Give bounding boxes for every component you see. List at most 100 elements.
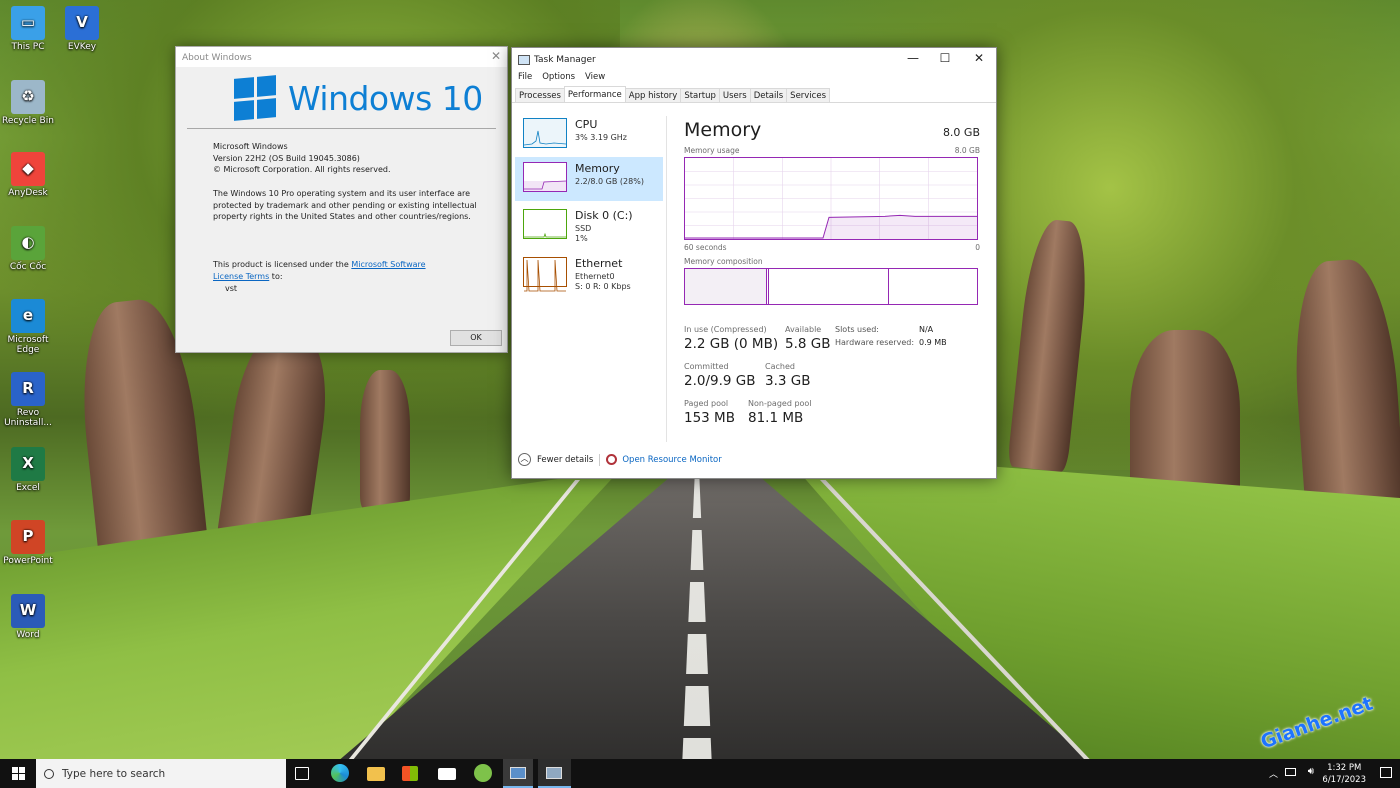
copyright-text: © Microsoft Corporation. All rights rese… <box>213 165 391 175</box>
file-explorer-icon[interactable] <box>367 767 385 781</box>
desktop-icon-anydesk[interactable]: ◆ AnyDesk <box>0 152 56 198</box>
taskbar-task-manager[interactable] <box>503 759 533 788</box>
chevron-up-icon[interactable]: ︿ <box>518 453 531 466</box>
perf-item-name: Memory <box>575 162 620 175</box>
task-manager-title-bar[interactable]: Task Manager — ☐ ✕ <box>512 48 996 72</box>
close-icon[interactable]: ✕ <box>964 51 994 65</box>
desktop-icon-excel[interactable]: X Excel <box>0 447 56 493</box>
desktop-icon-revo[interactable]: R Revo Uninstall... <box>0 372 56 429</box>
coccoc-icon[interactable] <box>474 764 492 782</box>
task-manager-window: Task Manager — ☐ ✕ File Options View Pro… <box>511 47 997 479</box>
desktop-icon-label: PowerPoint <box>3 556 53 566</box>
fewer-details-link[interactable]: Fewer details <box>537 455 593 465</box>
memory-heading: Memory <box>684 119 762 141</box>
divider <box>187 128 496 129</box>
ok-button[interactable]: OK <box>450 330 502 346</box>
open-resource-monitor-link[interactable]: Open Resource Monitor <box>622 455 721 465</box>
clock[interactable]: 1:32 PM 6/17/2023 <box>1322 762 1366 786</box>
desktop-icon-label: Word <box>16 630 40 640</box>
task-manager-footer: ︿ Fewer details Open Resource Monitor <box>518 453 722 466</box>
notification-icon[interactable] <box>1380 767 1392 778</box>
desktop-icon-label: AnyDesk <box>8 188 48 198</box>
memory-composition-bar <box>684 268 978 305</box>
desktop-icon-word[interactable]: W Word <box>0 594 56 640</box>
version-text: Version 22H2 (OS Build 19045.3086) <box>213 153 360 163</box>
about-title: About Windows <box>182 53 252 63</box>
about-title-bar[interactable]: About Windows ✕ <box>176 47 507 67</box>
desktop-icon-recycle-bin[interactable]: ♻ Recycle Bin <box>0 80 56 126</box>
revo-icon: R <box>11 372 45 406</box>
tab-users[interactable]: Users <box>718 88 751 102</box>
desktop-icon-evkey[interactable]: V EVKey <box>54 6 110 52</box>
stat-hw-reserved-label: Hardware reserved: <box>835 338 915 347</box>
search-placeholder: Type here to search <box>62 767 166 780</box>
menu-file[interactable]: File <box>518 72 532 86</box>
licensed-user: vst <box>225 284 238 293</box>
chevron-up-icon[interactable]: ︿ <box>1269 767 1278 780</box>
footer-divider <box>599 453 601 466</box>
desktop-icon-edge[interactable]: e Microsoft Edge <box>0 299 56 356</box>
taskbar-search-box[interactable]: Type here to search <box>36 759 286 788</box>
stat-available: Available 5.8 GB <box>785 325 831 352</box>
perf-item-ethernet[interactable]: Ethernet Ethernet0 S: 0 R: 0 Kbps <box>515 252 663 296</box>
edge-icon[interactable] <box>331 764 349 782</box>
desktop-icon-label: EVKey <box>67 42 97 52</box>
windows-logo-text: Windows 10 <box>288 78 483 118</box>
start-button[interactable] <box>0 759 36 788</box>
desktop-icon-computer[interactable]: ▭ This PC <box>0 6 56 52</box>
perf-item-memory[interactable]: Memory 2.2/8.0 GB (28%) <box>515 157 663 201</box>
desktop-icon-label: Cốc Cốc <box>9 262 47 272</box>
taskbar: Type here to search ︿ 🔊︎ 1:32 PM 6/17/20… <box>0 759 1400 788</box>
perf-item-detail: SSD <box>575 224 592 233</box>
perf-item-detail: 2.2/8.0 GB (28%) <box>575 177 644 186</box>
memory-usage-label: Memory usage <box>684 146 740 155</box>
task-manager-icon <box>510 767 526 779</box>
windows-icon <box>11 767 25 780</box>
perf-item-disk[interactable]: Disk 0 (C:) SSD 1% <box>515 204 663 248</box>
desktop-icon-coccoc[interactable]: ◐ Cốc Cốc <box>0 226 56 272</box>
desktop-icon-label: Revo Uninstall... <box>4 408 52 429</box>
menu-bar: File Options View <box>512 72 996 86</box>
memory-thumbnail-graph <box>523 162 567 192</box>
tab-services[interactable]: Services <box>786 88 831 102</box>
tab-processes[interactable]: Processes <box>515 88 565 102</box>
desktop-icon-powerpoint[interactable]: P PowerPoint <box>0 520 56 566</box>
maximize-icon[interactable]: ☐ <box>930 51 960 65</box>
tab-details[interactable]: Details <box>749 88 788 102</box>
store-icon[interactable] <box>402 766 418 781</box>
composition-in-use <box>685 269 767 304</box>
memory-usage-max: 8.0 GB <box>954 146 980 155</box>
perf-item-detail: Ethernet0 <box>575 272 615 281</box>
volume-icon[interactable]: 🔊︎ <box>1308 766 1314 777</box>
taskbar-about-window[interactable] <box>538 759 571 788</box>
cpu-thumbnail-graph <box>523 118 567 148</box>
powerpoint-icon: P <box>11 520 45 554</box>
computer-icon: ▭ <box>11 6 45 40</box>
stat-nonpaged-pool: Non-paged pool 81.1 MB <box>748 399 812 426</box>
tab-app-history[interactable]: App history <box>624 88 682 102</box>
tab-startup[interactable]: Startup <box>680 88 720 102</box>
desktop-icon-label: Recycle Bin <box>2 116 54 126</box>
memory-usage-area <box>685 215 977 239</box>
perf-item-cpu[interactable]: CPU 3% 3.19 GHz <box>515 113 663 157</box>
menu-view[interactable]: View <box>585 72 605 86</box>
task-manager-icon <box>518 55 530 65</box>
network-icon[interactable] <box>1285 768 1296 776</box>
mail-icon[interactable] <box>438 768 456 780</box>
task-view-icon[interactable] <box>295 767 309 780</box>
memory-total: 8.0 GB <box>942 126 980 139</box>
memory-usage-graph <box>684 157 978 240</box>
perf-item-name: Ethernet <box>575 257 623 270</box>
desktop-icon-label: Microsoft Edge <box>7 335 49 356</box>
composition-free <box>889 269 977 304</box>
clock-time: 1:32 PM <box>1327 763 1362 773</box>
tab-performance[interactable]: Performance <box>563 86 626 102</box>
evkey-icon: V <box>65 6 99 40</box>
menu-options[interactable]: Options <box>542 72 575 86</box>
performance-sidebar: CPU 3% 3.19 GHz Memory 2.2/8.0 GB (28%) … <box>513 111 665 441</box>
close-icon[interactable]: ✕ <box>491 49 501 63</box>
stat-hw-reserved-value: 0.9 MB <box>919 338 947 347</box>
minimize-icon[interactable]: — <box>898 51 928 65</box>
memory-composition-label: Memory composition <box>684 257 763 266</box>
disk-thumbnail-graph <box>523 209 567 239</box>
